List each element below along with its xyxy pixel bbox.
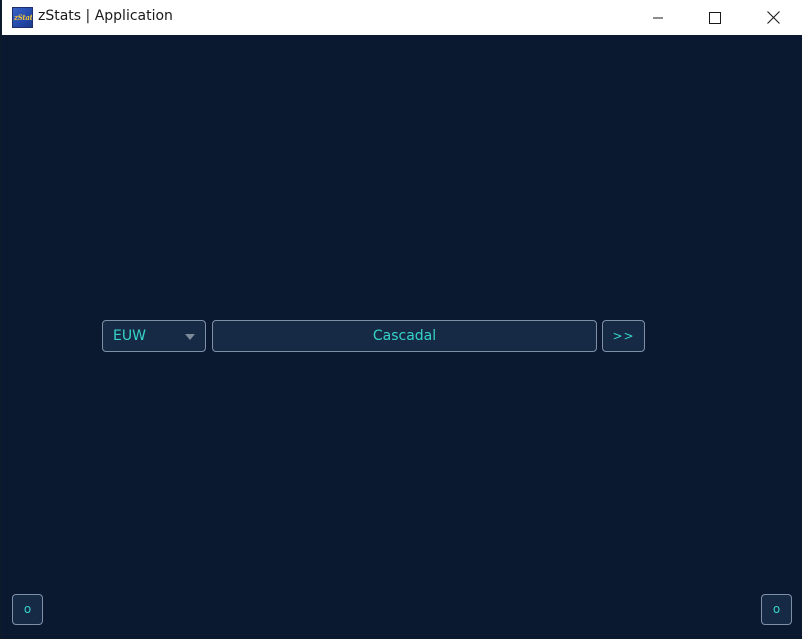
- app-window: zStats zStats | Application EUW >> o: [0, 0, 802, 639]
- summoner-name-input[interactable]: [212, 320, 597, 352]
- app-icon-logo-text: zStats: [14, 13, 33, 22]
- minimize-button[interactable]: [635, 0, 681, 35]
- region-dropdown[interactable]: EUW: [102, 320, 206, 352]
- search-submit-button[interactable]: >>: [602, 320, 645, 352]
- minimize-icon: [653, 17, 663, 18]
- close-button[interactable]: [750, 0, 796, 35]
- title-bar[interactable]: zStats zStats | Application: [2, 0, 802, 35]
- maximize-button[interactable]: [692, 0, 738, 35]
- app-icon: zStats: [12, 7, 33, 28]
- close-icon: [766, 11, 780, 24]
- maximize-icon: [709, 11, 721, 24]
- window-title: zStats | Application: [38, 8, 173, 24]
- bottom-left-button[interactable]: o: [12, 594, 43, 625]
- bottom-right-button[interactable]: o: [761, 594, 792, 625]
- chevron-down-icon: [185, 334, 195, 340]
- region-dropdown-value: EUW: [113, 328, 146, 344]
